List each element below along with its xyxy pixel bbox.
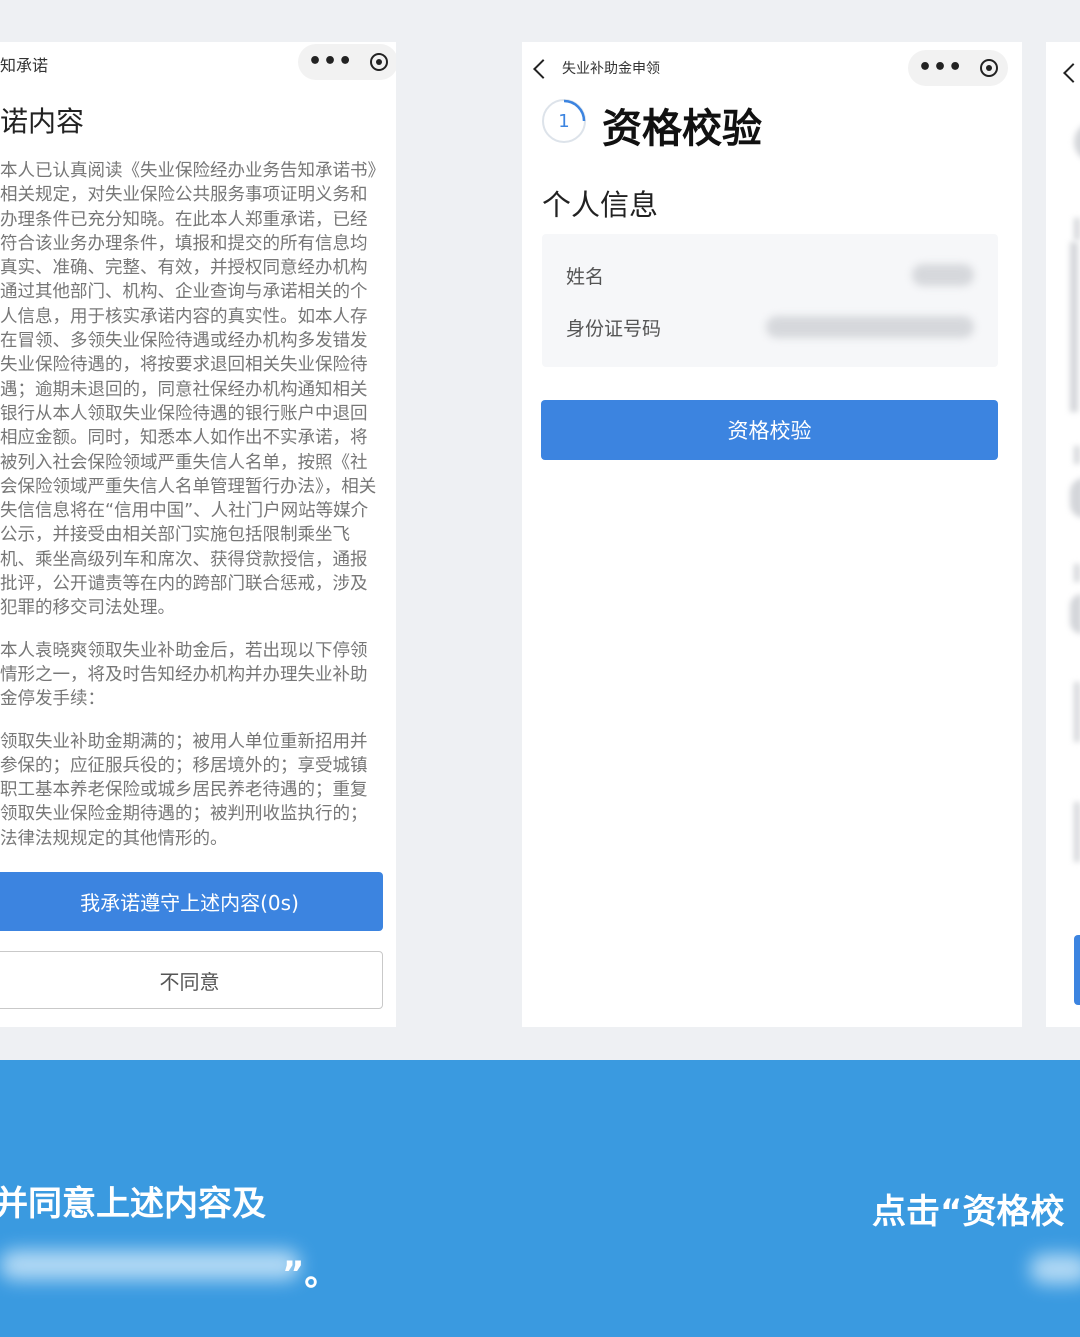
miniprogram-capsule[interactable]: ••• (298, 44, 396, 80)
more-icon[interactable]: ••• (918, 57, 963, 79)
more-icon[interactable]: ••• (308, 51, 353, 73)
personal-info-card: 姓名 身份证号码 (542, 234, 998, 367)
back-icon[interactable] (1063, 63, 1080, 83)
close-miniprogram-icon[interactable] (980, 59, 998, 77)
nav-title: 失业补助金申领 (562, 61, 660, 77)
id-value-redacted (766, 316, 974, 338)
page-title: 资格校验 (602, 106, 762, 152)
commitment-paragraph: 本人袁晓爽领取失业补助金后，若出现以下停领情形之一，将及时告知经办机构并办理失业… (0, 640, 368, 710)
commitment-paragraph: 领取失业补助金期满的；被用人单位重新招用并参保的；应征服兵役的；移居境外的；享受… (0, 731, 368, 849)
nav-title: 知承诺 (0, 56, 49, 75)
text-fragment (1074, 446, 1080, 464)
step-indicator-partial (1074, 122, 1080, 162)
page-title: 诺内容 (0, 105, 85, 138)
text-fragment (1074, 218, 1080, 240)
left-caption-line2-redacted (0, 1250, 300, 1280)
left-caption-line2-end: ”。 (282, 1254, 339, 1294)
caption-banner: 并同意上述内容及 ”。 点击“资格校 (0, 1060, 1080, 1337)
text-fragment (1074, 682, 1080, 742)
miniprogram-capsule[interactable]: ••• (908, 50, 1008, 86)
primary-button-partial[interactable] (1074, 935, 1080, 1005)
back-icon[interactable] (533, 59, 553, 79)
commitment-text: 本人已认真阅读《失业保险经办业务告知承诺书》相关规定，对失业保险公共服务事项证明… (0, 159, 384, 869)
right-caption-line1: 点击“资格校 (872, 1192, 1065, 1232)
input-partial (1070, 478, 1080, 518)
left-caption-line1: 并同意上述内容及 (0, 1184, 266, 1224)
right-caption-line2-redacted (1030, 1254, 1080, 1284)
close-miniprogram-icon[interactable] (370, 53, 388, 71)
input-partial (1070, 594, 1080, 634)
qualification-screen: 失业补助金申领 ••• 1 资格校验 个人信息 姓名 身份证号码 资格校验 (522, 42, 1022, 1027)
next-screen-partial (1046, 42, 1080, 1027)
disagree-button[interactable]: 不同意 (0, 951, 383, 1009)
agree-button[interactable]: 我承诺遵守上述内容(0s) (0, 872, 383, 931)
id-number-label: 身份证号码 (566, 318, 662, 340)
name-value-redacted (912, 264, 974, 286)
section-title: 个人信息 (542, 188, 659, 222)
commitment-screen: 知承诺 ••• 诺内容 本人已认真阅读《失业保险经办业务告知承诺书》相关规定，对… (0, 42, 396, 1027)
text-fragment (1074, 564, 1080, 582)
name-label: 姓名 (566, 266, 605, 288)
card-edge (1070, 242, 1078, 412)
commitment-paragraph: 本人已认真阅读《失业保险经办业务告知承诺书》相关规定，对失业保险公共服务事项证明… (0, 161, 377, 619)
text-fragment (1074, 802, 1080, 862)
step-progress-arc (563, 99, 586, 122)
qualification-check-button[interactable]: 资格校验 (541, 400, 998, 460)
